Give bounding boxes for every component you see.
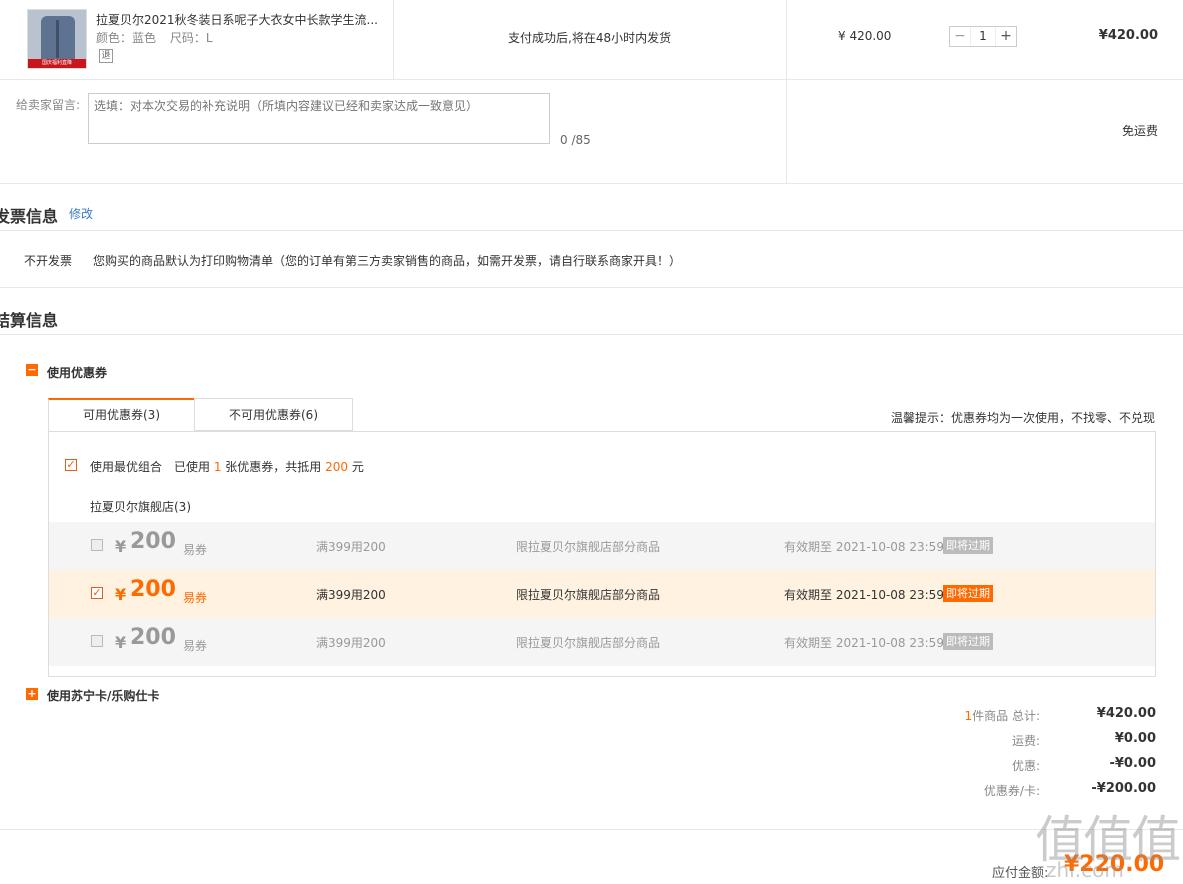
- quantity-stepper[interactable]: − 1 +: [949, 26, 1017, 47]
- watermark-site: zhi.com: [1046, 858, 1124, 882]
- message-char-count: 0 /85: [560, 133, 591, 147]
- coupon-checkbox[interactable]: [91, 635, 103, 647]
- coat-image: [41, 16, 75, 60]
- decrease-quantity-button[interactable]: −: [950, 27, 970, 46]
- coupon-expiry: 有效期至 2021-10-08 23:59: [784, 636, 944, 650]
- item-total-label: 1件商品 总计:: [964, 709, 1041, 723]
- coupon-row[interactable]: ¥ 200 易券 满399用200 限拉夏贝尔旗舰店部分商品 有效期至 2021…: [49, 522, 1155, 570]
- shipping-label: 运费:: [1011, 734, 1040, 748]
- coupon-condition: 满399用200: [316, 636, 386, 650]
- message-label: 给卖家留言:: [16, 98, 81, 112]
- invoice-section-title: 发票信息: [0, 207, 59, 226]
- coupon-row-selected[interactable]: ¥ 200 易券 满399用200 限拉夏贝尔旗舰店部分商品 有效期至 2021…: [49, 570, 1155, 618]
- expiring-soon-badge: 即将过期: [943, 585, 993, 602]
- product-color: 颜色：蓝色: [96, 31, 157, 45]
- increase-quantity-button[interactable]: +: [996, 27, 1016, 46]
- coupon-card-value: -¥200.00: [1091, 781, 1156, 796]
- quantity-value[interactable]: 1: [970, 27, 996, 46]
- product-attributes: 颜色：蓝色 尺码：L: [96, 29, 223, 46]
- use-coupon-toggle[interactable]: 使用优惠券: [47, 364, 107, 381]
- coupon-kind: 易券: [183, 591, 208, 605]
- coupon-amount: 200: [130, 529, 176, 554]
- thumbnail-promo-strip: 国庆福利直降: [28, 59, 86, 68]
- shipping-note: 支付成功后,将在48小时内发货: [508, 31, 672, 45]
- coupon-amount: 200: [130, 577, 176, 602]
- coupon-checkbox[interactable]: [91, 539, 103, 551]
- expiring-soon-badge: 即将过期: [943, 633, 993, 650]
- refund-badge-icon: 退: [99, 49, 113, 63]
- invoice-description: 您购买的商品默认为打印购物清单（您的订单有第三方卖家销售的商品，如需开发票，请自…: [93, 254, 682, 268]
- coupon-amount: 200: [130, 625, 176, 650]
- coupon-tip: 温馨提示：优惠券均为一次使用，不找零、不兑现: [890, 411, 1155, 425]
- tab-available-coupons[interactable]: 可用优惠券(3): [48, 398, 194, 431]
- coupon-condition: 满399用200: [316, 588, 386, 602]
- product-thumbnail[interactable]: 国庆福利直降: [27, 9, 87, 69]
- deducted-amount: 200: [325, 460, 349, 474]
- coupon-scope: 限拉夏贝尔旗舰店部分商品: [516, 636, 661, 650]
- unit-price: ¥ 420.00: [838, 29, 892, 43]
- coupon-card-label: 优惠券/卡:: [983, 784, 1040, 798]
- use-card-toggle[interactable]: 使用苏宁卡/乐购仕卡: [47, 687, 159, 704]
- expand-icon[interactable]: +: [26, 688, 38, 700]
- coupon-kind: 易券: [183, 639, 208, 653]
- coupon-kind: 易券: [183, 543, 208, 557]
- invoice-modify-link[interactable]: 修改: [69, 205, 93, 222]
- settlement-section-title: 结算信息: [0, 311, 59, 330]
- store-name: 拉夏贝尔旗舰店(3): [90, 500, 191, 514]
- expiring-soon-badge: 即将过期: [943, 537, 993, 554]
- discount-label: 优惠:: [1011, 759, 1040, 773]
- best-combo-summary: 使用最优组合 已使用 1 张优惠券，共抵用 200 元: [90, 460, 364, 474]
- shipping-fee-note: 免运费: [1121, 124, 1158, 138]
- shipping-value: ¥0.00: [1114, 731, 1156, 746]
- coupon-condition: 满399用200: [316, 540, 386, 554]
- item-subtotal: ¥420.00: [1098, 28, 1158, 43]
- coupon-checkbox[interactable]: [91, 587, 103, 599]
- product-name[interactable]: 拉夏贝尔2021秋冬装日系呢子大衣女中长款学生流...: [96, 11, 378, 28]
- invoice-type: 不开发票: [24, 254, 73, 268]
- coupon-currency: ¥: [115, 537, 127, 556]
- coupon-expiry: 有效期至 2021-10-08 23:59: [784, 588, 944, 602]
- best-combo-checkbox[interactable]: [65, 459, 77, 471]
- coupon-currency: ¥: [115, 585, 127, 604]
- collapse-icon[interactable]: −: [26, 364, 38, 376]
- discount-value: -¥0.00: [1109, 756, 1156, 771]
- coupon-currency: ¥: [115, 633, 127, 652]
- tab-unavailable-coupons[interactable]: 不可用优惠券(6): [194, 398, 353, 431]
- seller-message-input[interactable]: [88, 93, 550, 144]
- coupon-row[interactable]: ¥ 200 易券 满399用200 限拉夏贝尔旗舰店部分商品 有效期至 2021…: [49, 618, 1155, 666]
- coupon-scope: 限拉夏贝尔旗舰店部分商品: [516, 588, 661, 602]
- item-total-value: ¥420.00: [1096, 706, 1156, 721]
- product-size: 尺码：L: [169, 31, 213, 45]
- item-count: 1: [964, 709, 973, 723]
- coupon-expiry: 有效期至 2021-10-08 23:59: [784, 540, 944, 554]
- coupon-scope: 限拉夏贝尔旗舰店部分商品: [516, 540, 661, 554]
